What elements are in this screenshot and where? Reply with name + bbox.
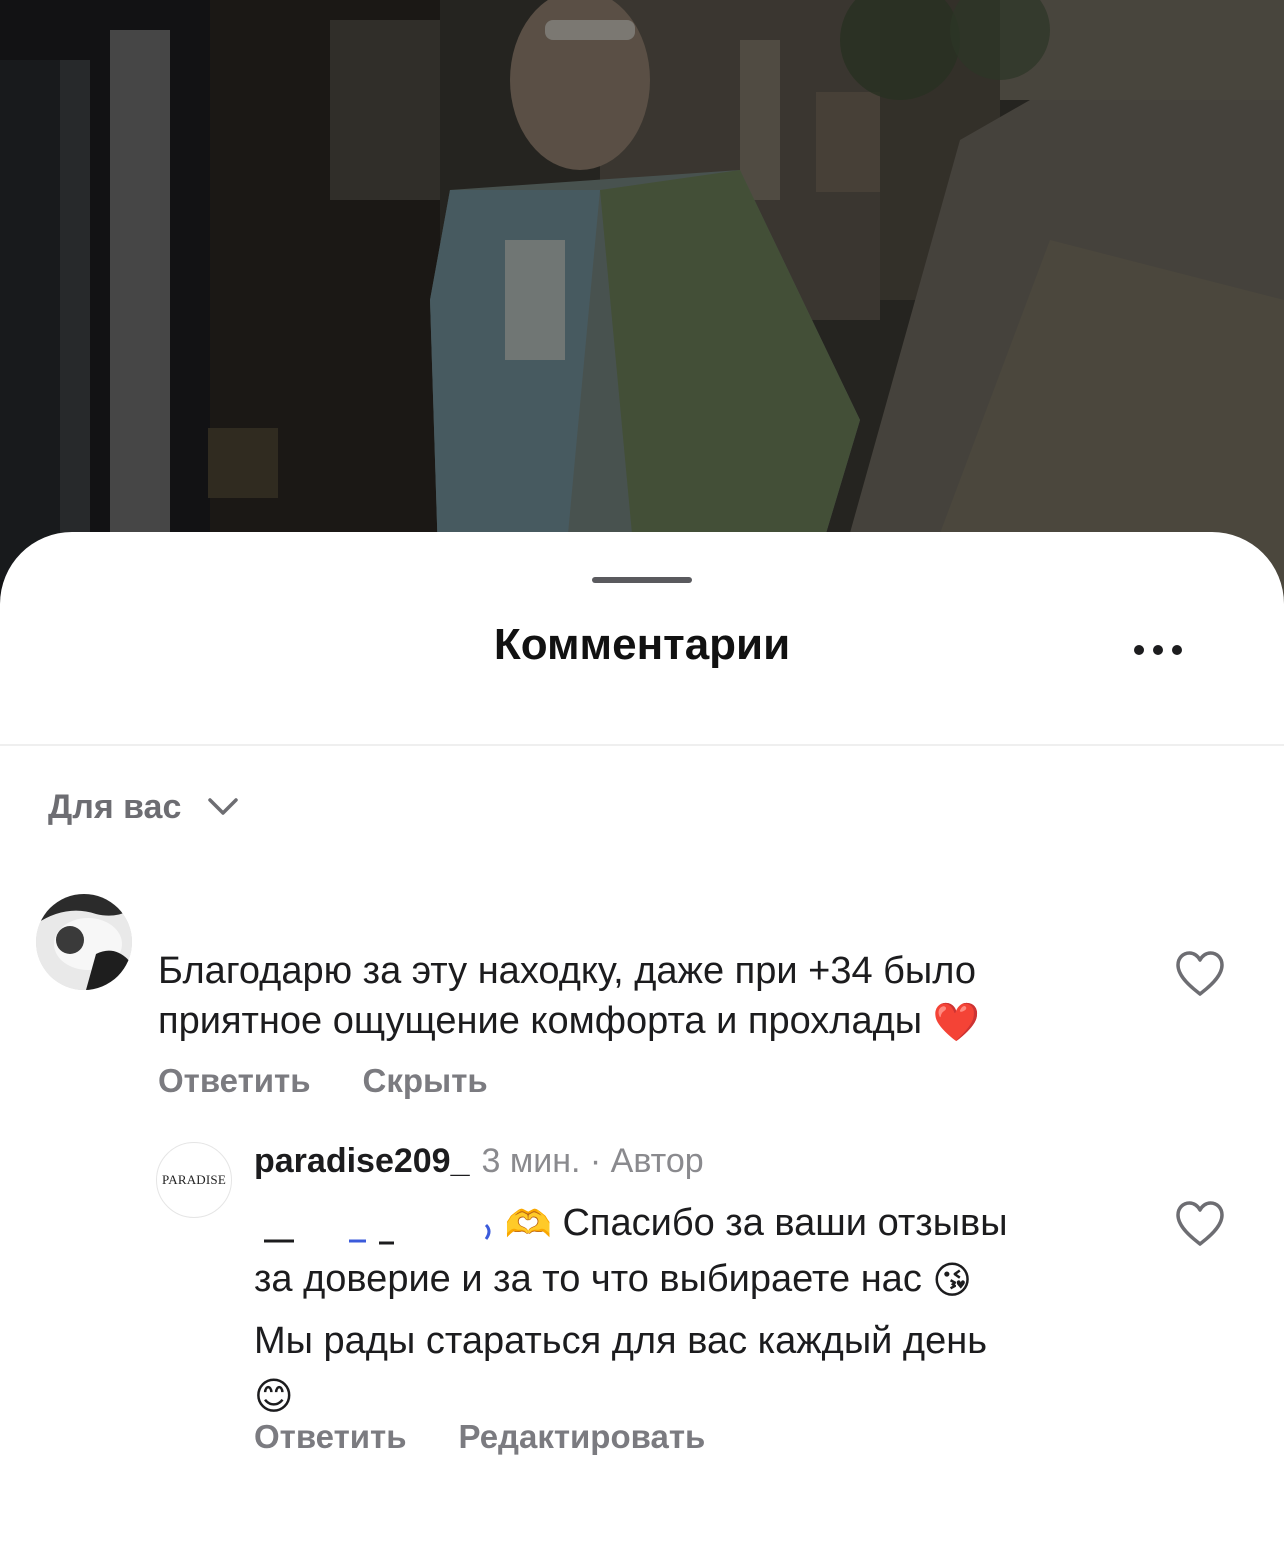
author-avatar[interactable]: PARADISE	[156, 1142, 232, 1218]
chevron-down-icon	[208, 798, 239, 815]
heart-outline-icon	[1176, 951, 1224, 996]
sort-filter-dropdown[interactable]: Для вас	[48, 782, 239, 832]
reply-line-1: 🫶 Спасибо за ваши отзывы	[254, 1196, 1134, 1252]
reply-actions: Ответить Редактировать	[254, 1418, 705, 1456]
reply-line-2-text: за доверие и за то что выбираете нас	[254, 1257, 922, 1300]
redaction-scribble	[264, 1223, 491, 1245]
reply-like-button[interactable]	[1174, 1200, 1226, 1248]
reply-line-4: 😊	[254, 1368, 1134, 1424]
kiss-emoji: 😘	[932, 1259, 973, 1302]
reply-to-reply-button[interactable]: Ответить	[254, 1418, 407, 1456]
edit-button[interactable]: Редактировать	[459, 1418, 706, 1456]
avatar-image	[36, 894, 132, 990]
heart-hands-emoji: 🫶	[504, 1203, 552, 1246]
sheet-title: Комментарии	[493, 620, 791, 669]
reply-line-2: за доверие и за то что выбираете нас 😘	[254, 1252, 1134, 1308]
smile-emoji: 😊	[254, 1375, 294, 1418]
reply-button[interactable]: Ответить	[158, 1062, 311, 1100]
comment-body: Благодарю за эту находку, даже при +34 б…	[158, 950, 976, 1042]
sort-filter-label: Для вас	[48, 787, 182, 826]
heart-outline-icon	[1176, 1201, 1224, 1246]
reply-timestamp-author: 3 мин. · Автор	[481, 1142, 704, 1180]
comment-actions: Ответить Скрыть	[158, 1062, 488, 1100]
redacted-mention[interactable]	[254, 1205, 494, 1245]
comment-like-button[interactable]	[1174, 950, 1226, 998]
hide-button[interactable]: Скрыть	[363, 1062, 488, 1100]
red-heart-emoji: ❤️	[932, 1001, 980, 1044]
more-horizontal-icon	[1134, 645, 1182, 655]
commenter-avatar[interactable]	[36, 894, 132, 990]
reply-text: 🫶 Спасибо за ваши отзывы за доверие и за…	[254, 1196, 1134, 1424]
reply-line-1-text: Спасибо за ваши отзывы	[562, 1202, 1008, 1244]
sheet-grabber-handle[interactable]	[592, 577, 692, 583]
reply-line-3: Мы рады стараться для вас каждый день	[254, 1314, 1134, 1368]
author-avatar-logo: PARADISE	[162, 1172, 226, 1187]
comment-text: Благодарю за эту находку, даже при +34 б…	[158, 946, 1138, 1048]
comments-sheet: Комментарии Для вас Благодарю за эту нах…	[0, 532, 1284, 1568]
header-divider	[0, 744, 1284, 746]
more-options-button[interactable]	[1126, 630, 1190, 670]
reply-header: paradise209_ 3 мин. · Автор	[254, 1142, 704, 1181]
reply-username[interactable]: paradise209_	[254, 1142, 470, 1181]
reply-line-3-text: Мы рады стараться для вас каждый день	[254, 1319, 988, 1362]
